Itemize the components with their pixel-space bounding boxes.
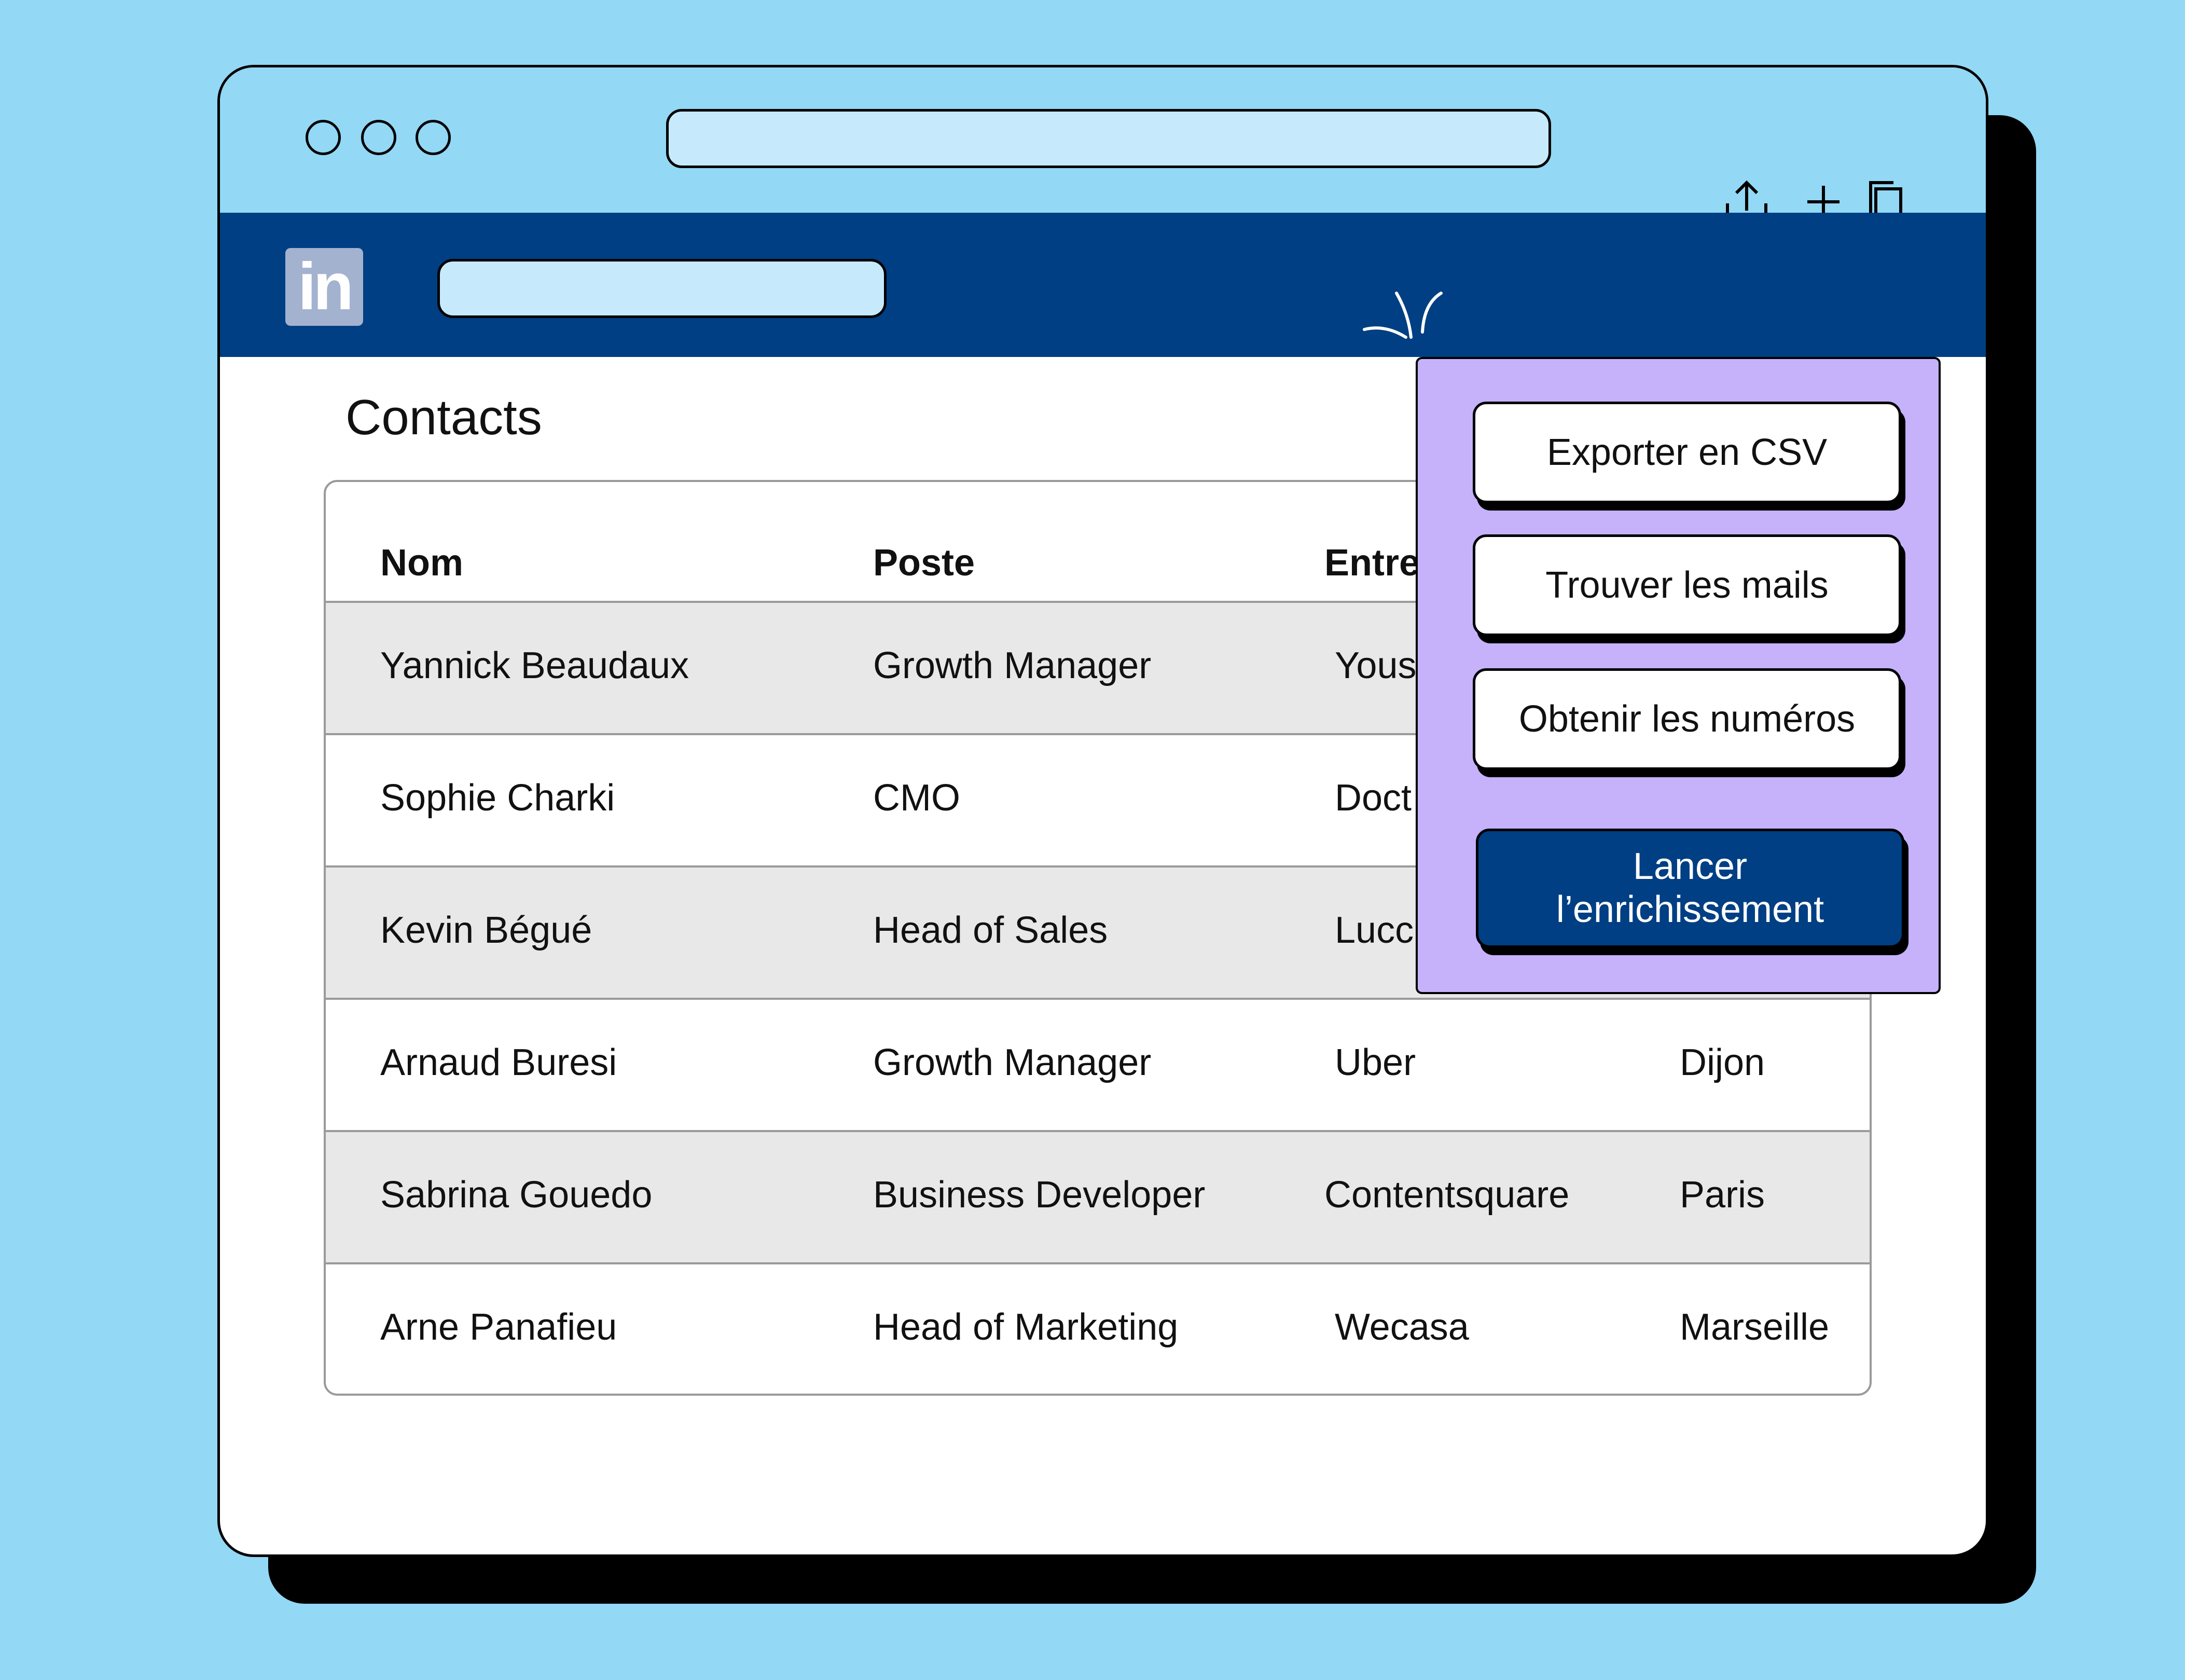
table-row[interactable]: Sabrina Gouedo Business Developer Conten…	[326, 1132, 1870, 1264]
cell-entreprise: Doct	[1335, 777, 1412, 819]
linkedin-header: in	[220, 213, 1986, 357]
browser-titlebar	[220, 67, 1986, 223]
launch-enrichment-button[interactable]: Lancer l’enrichissement	[1476, 829, 1904, 948]
launch-enrichment-label-line2: l’enrichissement	[1556, 889, 1824, 930]
export-csv-button[interactable]: Exporter en CSV	[1473, 402, 1901, 503]
window-maximize-dot[interactable]	[416, 120, 451, 155]
cell-nom: Arne Panafieu	[380, 1306, 617, 1348]
column-header-entreprise[interactable]: Entre	[1324, 542, 1420, 584]
cell-entreprise: Contentsquare	[1324, 1174, 1570, 1216]
find-emails-button[interactable]: Trouver les mails	[1473, 534, 1901, 636]
linkedin-search-input[interactable]	[437, 259, 887, 318]
cell-entreprise: Yous	[1335, 645, 1417, 686]
cell-nom: Kevin Bégué	[380, 910, 592, 951]
cell-ville: Dijon	[1680, 1042, 1765, 1083]
table-row[interactable]: Arnaud Buresi Growth Manager Uber Dijon	[326, 1000, 1870, 1132]
cell-poste: Head of Sales	[873, 910, 1108, 951]
cell-poste: Head of Marketing	[873, 1306, 1179, 1348]
cell-poste: Growth Manager	[873, 645, 1152, 686]
get-numbers-button[interactable]: Obtenir les numéros	[1473, 668, 1901, 770]
enrichment-menu: Exporter en CSV Trouver les mails Obteni…	[1416, 357, 1941, 994]
cell-poste: Growth Manager	[873, 1042, 1152, 1083]
cell-poste: CMO	[873, 777, 960, 819]
launch-enrichment-label-line1: Lancer	[1633, 846, 1748, 888]
column-header-nom[interactable]: Nom	[380, 542, 463, 584]
column-header-poste[interactable]: Poste	[873, 542, 975, 584]
cell-poste: Business Developer	[873, 1174, 1206, 1216]
cell-nom: Arnaud Buresi	[380, 1042, 617, 1083]
cell-ville: Marseille	[1680, 1306, 1830, 1348]
window-minimize-dot[interactable]	[361, 120, 396, 155]
cell-nom: Sabrina Gouedo	[380, 1174, 653, 1216]
table-row[interactable]: Arne Panafieu Head of Marketing Wecasa M…	[326, 1264, 1870, 1394]
address-bar[interactable]	[666, 109, 1551, 168]
cell-entreprise: Uber	[1335, 1042, 1416, 1083]
page-title: Contacts	[345, 390, 542, 445]
cell-nom: Sophie Charki	[380, 777, 615, 819]
linkedin-logo[interactable]: in	[285, 248, 363, 326]
window-close-dot[interactable]	[306, 120, 341, 155]
cell-ville: Paris	[1680, 1174, 1765, 1216]
cell-nom: Yannick Beaudaux	[380, 645, 689, 686]
cell-entreprise: Lucc	[1335, 910, 1414, 951]
cell-entreprise: Wecasa	[1335, 1306, 1469, 1348]
sparkle-icon	[1359, 288, 1447, 348]
